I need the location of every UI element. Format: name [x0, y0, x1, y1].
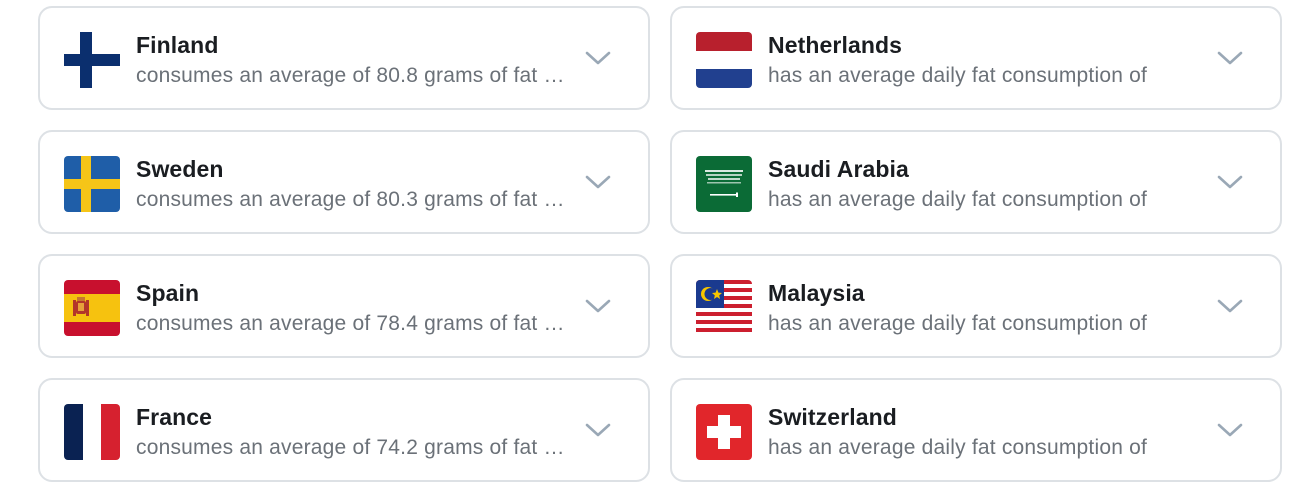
country-description: consumes an average of 80.3 grams of fat…: [136, 188, 576, 211]
country-name: Netherlands: [768, 32, 903, 58]
country-card-netherlands[interactable]: Netherlands has an average daily fat con…: [670, 6, 1282, 110]
country-description: has an average daily fat consumption of: [768, 436, 1148, 459]
country-name: Saudi Arabia: [768, 156, 909, 182]
chevron-down-icon[interactable]: [584, 420, 612, 440]
country-description: has an average daily fat consumption of: [768, 188, 1148, 211]
france-flag-icon: [64, 404, 120, 460]
chevron-down-icon[interactable]: [1216, 172, 1244, 192]
finland-flag-icon: [64, 32, 120, 88]
chevron-down-icon[interactable]: [584, 172, 612, 192]
country-card-spain[interactable]: Spain consumes an average of 78.4 grams …: [38, 254, 650, 358]
country-card-grid: Finland consumes an average of 80.8 gram…: [0, 0, 1312, 502]
country-description: has an average daily fat consumption of: [768, 64, 1148, 87]
chevron-down-icon[interactable]: [1216, 420, 1244, 440]
chevron-down-icon[interactable]: [1216, 296, 1244, 316]
spain-flag-icon: [64, 280, 120, 336]
sweden-flag-icon: [64, 156, 120, 212]
chevron-down-icon[interactable]: [1216, 48, 1244, 68]
country-card-malaysia[interactable]: Malaysia has an average daily fat consum…: [670, 254, 1282, 358]
country-name: Switzerland: [768, 404, 897, 430]
country-card-saudi-arabia[interactable]: Saudi Arabia has an average daily fat co…: [670, 130, 1282, 234]
country-description: consumes an average of 78.4 grams of fat…: [136, 312, 576, 335]
country-name: Sweden: [136, 156, 224, 182]
country-description: consumes an average of 74.2 grams of fat…: [136, 436, 576, 459]
saudi-arabia-flag-icon: [696, 156, 752, 212]
netherlands-flag-icon: [696, 32, 752, 88]
malaysia-flag-icon: [696, 280, 752, 336]
country-name: France: [136, 404, 213, 430]
country-card-switzerland[interactable]: Switzerland has an average daily fat con…: [670, 378, 1282, 482]
country-name: Malaysia: [768, 280, 865, 306]
switzerland-flag-icon: [696, 404, 752, 460]
country-description: has an average daily fat consumption of: [768, 312, 1148, 335]
chevron-down-icon[interactable]: [584, 48, 612, 68]
country-card-france[interactable]: France consumes an average of 74.2 grams…: [38, 378, 650, 482]
country-name: Spain: [136, 280, 200, 306]
country-card-finland[interactable]: Finland consumes an average of 80.8 gram…: [38, 6, 650, 110]
country-card-sweden[interactable]: Sweden consumes an average of 80.3 grams…: [38, 130, 650, 234]
country-description: consumes an average of 80.8 grams of fat…: [136, 64, 576, 87]
chevron-down-icon[interactable]: [584, 296, 612, 316]
country-name: Finland: [136, 32, 219, 58]
